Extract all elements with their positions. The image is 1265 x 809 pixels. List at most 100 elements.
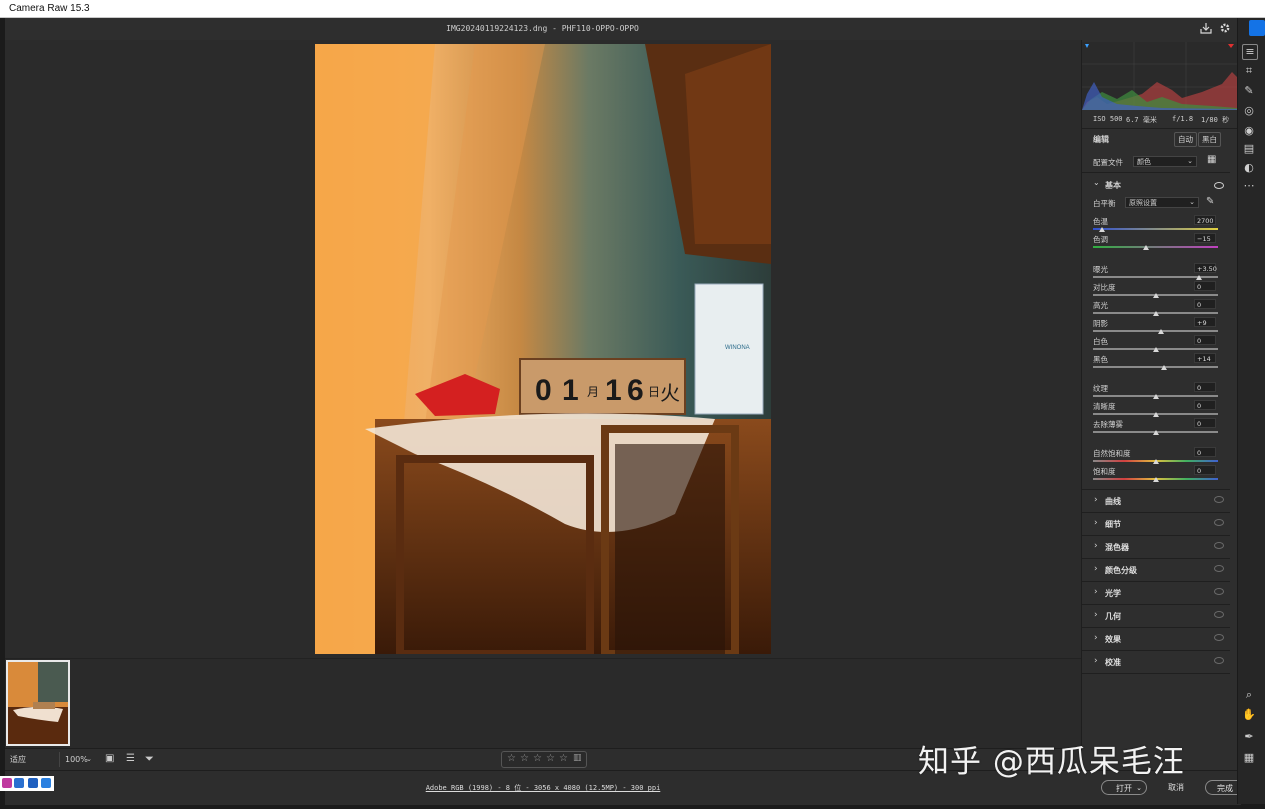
star-icon[interactable]: ☆: [559, 753, 568, 764]
dehaze-label: 去除薄雾: [1093, 420, 1123, 429]
eye-icon[interactable]: [1214, 657, 1224, 664]
blacks-value[interactable]: +14: [1194, 353, 1216, 363]
compare-view-icon[interactable]: ▣: [105, 753, 119, 765]
clarity-slider-thumb[interactable]: [1153, 412, 1159, 417]
eye-icon[interactable]: [1214, 182, 1224, 189]
star-icon[interactable]: ☆: [507, 753, 516, 764]
auto-button[interactable]: 自动: [1174, 132, 1197, 147]
app-icon[interactable]: [41, 778, 51, 788]
app-icon[interactable]: [28, 778, 38, 788]
shadows-value[interactable]: +9: [1194, 317, 1216, 327]
divider: [1082, 128, 1237, 129]
cloud-icon[interactable]: [1249, 20, 1265, 36]
star-icon[interactable]: ☆: [533, 753, 542, 764]
tint-value[interactable]: −15: [1194, 233, 1216, 243]
contrast-value[interactable]: 0: [1194, 281, 1216, 291]
section-label: 曲线: [1105, 497, 1121, 506]
section-geometry[interactable]: › 几何: [1082, 605, 1230, 628]
shadows-slider-thumb[interactable]: [1158, 329, 1164, 334]
mask-icon[interactable]: ◎: [1242, 104, 1256, 118]
workflow-options-link[interactable]: Adobe RGB (1998) - 8 位 - 3056 x 4080 (12…: [5, 783, 1081, 793]
eye-icon[interactable]: [1214, 565, 1224, 572]
eyedropper-icon[interactable]: ✎: [1206, 196, 1214, 207]
texture-slider-thumb[interactable]: [1153, 394, 1159, 399]
section-effects[interactable]: › 效果: [1082, 628, 1230, 651]
profile-select[interactable]: 颜色 ⌄: [1133, 156, 1197, 167]
filter-icon[interactable]: ⏷: [145, 752, 159, 765]
vibrance-slider-thumb[interactable]: [1153, 459, 1159, 464]
chevron-down-icon[interactable]: ⌄: [1093, 178, 1100, 187]
whites-slider-thumb[interactable]: [1153, 347, 1159, 352]
trash-icon[interactable]: ▥: [573, 753, 582, 763]
snapshot-icon[interactable]: ▤: [1242, 142, 1256, 156]
sort-icon[interactable]: ☰: [126, 753, 140, 765]
star-icon[interactable]: ☆: [546, 753, 555, 764]
dehaze-slider-thumb[interactable]: [1153, 430, 1159, 435]
crop-icon[interactable]: ⌗: [1242, 64, 1256, 78]
blacks-slider-thumb[interactable]: [1161, 365, 1167, 370]
clarity-value[interactable]: 0: [1194, 400, 1216, 410]
section-calibration[interactable]: › 校准: [1082, 651, 1230, 674]
app-icon[interactable]: [14, 778, 24, 788]
shadows-slider[interactable]: [1093, 330, 1218, 332]
chevron-down-icon[interactable]: ⌄: [1136, 781, 1142, 796]
highlights-slider-thumb[interactable]: [1153, 311, 1159, 316]
exif-aperture: f/1.8: [1172, 115, 1194, 123]
gear-icon[interactable]: [1218, 22, 1232, 36]
eye-icon[interactable]: [1214, 634, 1224, 641]
hand-icon[interactable]: ✋: [1242, 708, 1256, 722]
blacks-slider[interactable]: [1093, 366, 1218, 368]
color-sampler-icon[interactable]: ✒: [1242, 730, 1256, 744]
fit-zoom-select[interactable]: 适应 (25.8%): [5, 752, 57, 779]
section-label: 校准: [1105, 658, 1121, 667]
vibrance-value[interactable]: 0: [1194, 447, 1216, 457]
rating-stars[interactable]: ☆ ☆ ☆ ☆ ☆ ▥: [501, 751, 587, 768]
white-balance-select[interactable]: 原照设置 ⌄: [1125, 197, 1199, 208]
section-color-grading[interactable]: › 颜色分级: [1082, 559, 1230, 582]
chevron-right-icon: ›: [1094, 656, 1098, 666]
eye-icon[interactable]: [1214, 496, 1224, 503]
presets-icon[interactable]: ◐: [1242, 161, 1256, 175]
texture-value[interactable]: 0: [1194, 382, 1216, 392]
redeye-icon[interactable]: ◉: [1242, 124, 1256, 138]
open-button[interactable]: 打开 ⌄: [1101, 780, 1147, 795]
box-label: WINONA: [725, 345, 750, 351]
more-icon[interactable]: ⋯: [1242, 179, 1256, 193]
basic-section-title[interactable]: 基本: [1105, 180, 1121, 191]
dehaze-value[interactable]: 0: [1194, 418, 1216, 428]
section-color-mixer[interactable]: › 混色器: [1082, 536, 1230, 559]
heal-icon[interactable]: ✎: [1242, 84, 1256, 98]
contrast-slider-thumb[interactable]: [1153, 293, 1159, 298]
exposure-value[interactable]: +3.50: [1194, 263, 1217, 273]
eye-icon[interactable]: [1214, 519, 1224, 526]
filmstrip-thumbnail[interactable]: [6, 660, 70, 746]
tint-slider-thumb[interactable]: [1143, 245, 1149, 250]
temperature-slider-thumb[interactable]: [1099, 227, 1105, 232]
section-detail[interactable]: › 细节: [1082, 513, 1230, 536]
edit-sliders-icon[interactable]: ≡: [1242, 44, 1258, 60]
section-curve[interactable]: › 曲线: [1082, 490, 1230, 513]
profile-browser-icon[interactable]: ▦: [1207, 154, 1216, 165]
eye-icon[interactable]: [1214, 588, 1224, 595]
whites-value[interactable]: 0: [1194, 335, 1216, 345]
photo-preview[interactable]: WINONA 0 1 月 1 6 日 火: [315, 44, 771, 654]
saturation-slider-thumb[interactable]: [1153, 477, 1159, 482]
exposure-slider-thumb[interactable]: [1196, 275, 1202, 280]
highlights-value[interactable]: 0: [1194, 299, 1216, 309]
grid-icon[interactable]: ▦: [1242, 751, 1256, 765]
temperature-slider[interactable]: [1093, 228, 1218, 230]
eye-icon[interactable]: [1214, 542, 1224, 549]
saturation-value[interactable]: 0: [1194, 465, 1216, 475]
eye-icon[interactable]: [1214, 611, 1224, 618]
zoom-select[interactable]: 100% ⌄: [59, 752, 95, 767]
window-title: Camera Raw 15.3: [9, 3, 90, 14]
star-icon[interactable]: ☆: [520, 753, 529, 764]
save-icon[interactable]: [1199, 22, 1213, 36]
temperature-value[interactable]: 2700: [1194, 215, 1216, 225]
cancel-button[interactable]: 取消: [1158, 780, 1194, 795]
section-optics[interactable]: › 光学: [1082, 582, 1230, 605]
black-white-button[interactable]: 黑白: [1198, 132, 1221, 147]
tint-slider[interactable]: [1093, 246, 1218, 248]
app-icon[interactable]: [2, 778, 12, 788]
zoom-icon[interactable]: ⌕: [1242, 688, 1256, 702]
